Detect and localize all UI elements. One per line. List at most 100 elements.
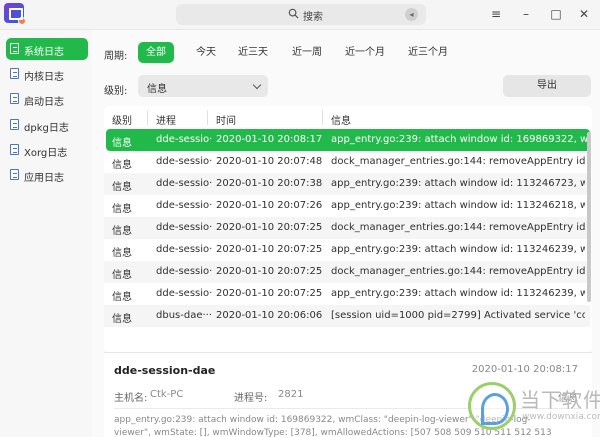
level-label: 级别: bbox=[104, 86, 128, 97]
search-icon bbox=[288, 8, 299, 19]
sidebar-item-label: 系统日志 bbox=[24, 47, 64, 58]
cell-info: app_entry.go:239: attach window id: 1132… bbox=[331, 244, 585, 255]
detail-host: Ctk-PC bbox=[150, 389, 184, 400]
detail-process: dde-session-dae bbox=[114, 364, 216, 377]
document-icon bbox=[10, 68, 19, 79]
cell-time: 2020-01-10 20:06:06 bbox=[216, 310, 323, 321]
close-button[interactable]: ✕ bbox=[576, 6, 592, 22]
table-row[interactable]: 信息 dde-sessio··· 2020-01-10 20:07:48 doc… bbox=[104, 151, 590, 173]
sidebar-item-label: dpkg日志 bbox=[24, 123, 69, 134]
search-input[interactable]: 搜索 ◂ bbox=[176, 4, 426, 25]
voice-search-icon[interactable]: ◂ bbox=[405, 8, 418, 21]
sidebar-item-app-log[interactable]: 应用日志 bbox=[6, 164, 88, 186]
table-row[interactable]: 信息 dbus-dae··· 2020-01-10 20:06:06 [sess… bbox=[104, 305, 590, 327]
table-scrollbar[interactable] bbox=[587, 132, 591, 302]
period-3months-button[interactable]: 近三个月 bbox=[400, 42, 456, 63]
table-row[interactable]: 信息 dde-sessio··· 2020-01-10 20:07:25 app… bbox=[104, 239, 590, 261]
cell-time: 2020-01-10 20:07:25 bbox=[216, 266, 323, 277]
table-row[interactable]: 信息 dde-sessio··· 2020-01-10 20:07:25 doc… bbox=[104, 261, 590, 283]
cell-time: 2020-01-10 20:07:25 bbox=[216, 244, 323, 255]
cell-process: dde-sessio··· bbox=[156, 266, 212, 277]
sidebar-item-label: 内核日志 bbox=[24, 72, 64, 83]
app-logo-icon bbox=[4, 3, 26, 25]
cell-level: 信息 bbox=[112, 138, 132, 149]
table-row[interactable]: 信息 dde-sessio··· 2020-01-10 20:07:38 app… bbox=[104, 173, 590, 195]
cell-level: 信息 bbox=[112, 204, 132, 215]
level-select[interactable]: 信息 bbox=[138, 75, 268, 97]
cell-process: dde-sessio··· bbox=[156, 222, 212, 233]
watermark: 当下软件园 www.downxia.com bbox=[468, 378, 600, 434]
sidebar-item-boot-log[interactable]: 启动日志 bbox=[6, 88, 88, 110]
menu-button[interactable]: ≡ bbox=[488, 6, 504, 22]
divider bbox=[104, 352, 592, 353]
cell-time: 2020-01-10 20:07:38 bbox=[216, 178, 323, 189]
period-today-button[interactable]: 今天 bbox=[188, 42, 224, 63]
export-button[interactable]: 导出 bbox=[503, 75, 591, 97]
detail-time: 2020-01-10 20:08:17 bbox=[471, 364, 578, 375]
period-week-button[interactable]: 近一周 bbox=[284, 42, 330, 63]
cell-info: dock_manager_entries.go:144: removeAppEn… bbox=[331, 156, 585, 167]
watermark-text: 当下软件园 bbox=[520, 388, 600, 412]
document-icon bbox=[10, 119, 19, 130]
cell-level: 信息 bbox=[112, 182, 132, 193]
cell-info: dock_manager_entries.go:144: removeAppEn… bbox=[331, 266, 585, 277]
cell-info: app_entry.go:239: attach window id: 1132… bbox=[331, 178, 585, 189]
cell-process: dde-sessio··· bbox=[156, 156, 212, 167]
cell-level: 信息 bbox=[112, 270, 132, 281]
sidebar-item-kernel-log[interactable]: 内核日志 bbox=[6, 63, 88, 85]
table-row[interactable]: 信息 dde-sessio··· 2020-01-10 20:07:26 app… bbox=[104, 195, 590, 217]
title-bar: 搜索 ◂ ≡ – □ ✕ bbox=[0, 0, 600, 30]
cell-info: [session uid=1000 pid=2799] Activated se… bbox=[331, 310, 585, 321]
detail-pid: 2821 bbox=[278, 389, 304, 400]
table-body: 信息 dde-sessio··· 2020-01-10 20:08:17 app… bbox=[104, 129, 590, 352]
sidebar-item-system-log[interactable]: 系统日志 bbox=[6, 38, 88, 60]
cell-level: 信息 bbox=[112, 226, 132, 237]
cell-process: dbus-dae··· bbox=[156, 310, 212, 321]
cell-level: 信息 bbox=[112, 292, 132, 303]
column-header-process[interactable]: 进程 bbox=[156, 112, 176, 127]
column-header-time[interactable]: 时间 bbox=[216, 112, 236, 127]
cell-process: dde-sessio··· bbox=[156, 288, 212, 299]
main-panel: 周期: 全部 今天 近三天 近一周 近一个月 近三个月 级别: 信息 导出 级别… bbox=[92, 30, 600, 437]
cell-info: dock_manager_entries.go:144: removeAppEn… bbox=[331, 222, 585, 233]
cell-info: app_entry.go:239: attach window id: 1132… bbox=[331, 288, 585, 299]
period-3days-button[interactable]: 近三天 bbox=[230, 42, 276, 63]
cell-process: dde-sessio··· bbox=[156, 200, 212, 211]
sidebar-item-dpkg-log[interactable]: dpkg日志 bbox=[6, 114, 88, 136]
table-row[interactable]: 信息 dde-sessio··· 2020-01-10 20:08:17 app… bbox=[106, 129, 590, 151]
cell-info: app_entry.go:239: attach window id: 1698… bbox=[331, 134, 587, 145]
maximize-button[interactable]: □ bbox=[548, 6, 564, 22]
column-header-info[interactable]: 信息 bbox=[331, 112, 351, 127]
sidebar-item-label: 应用日志 bbox=[24, 173, 64, 184]
sidebar-item-xorg-log[interactable]: Xorg日志 bbox=[6, 139, 88, 161]
cell-time: 2020-01-10 20:08:17 bbox=[216, 134, 323, 145]
sidebar-item-label: Xorg日志 bbox=[24, 148, 68, 159]
column-divider bbox=[207, 110, 208, 125]
detail-host-label: 主机名: bbox=[114, 393, 148, 404]
document-icon bbox=[10, 169, 19, 180]
table-header: 级别 进程 时间 信息 bbox=[104, 106, 592, 129]
search-placeholder: 搜索 bbox=[303, 12, 323, 23]
cell-time: 2020-01-10 20:07:26 bbox=[216, 200, 323, 211]
column-divider bbox=[322, 110, 323, 125]
cell-process: dde-sessio··· bbox=[156, 178, 212, 189]
column-divider bbox=[147, 110, 148, 125]
period-all-button[interactable]: 全部 bbox=[138, 42, 174, 63]
period-label: 周期: bbox=[104, 51, 128, 62]
period-month-button[interactable]: 近一个月 bbox=[337, 42, 393, 63]
cell-level: 信息 bbox=[112, 314, 132, 325]
sidebar-item-label: 启动日志 bbox=[24, 97, 64, 108]
minimize-button[interactable]: – bbox=[518, 6, 534, 22]
cell-time: 2020-01-10 20:07:25 bbox=[216, 288, 323, 299]
document-icon bbox=[10, 144, 19, 155]
sidebar: 系统日志 内核日志 启动日志 dpkg日志 Xorg日志 应用日志 bbox=[0, 30, 92, 437]
column-header-level[interactable]: 级别 bbox=[112, 112, 132, 127]
table-row[interactable]: 信息 dde-sessio··· 2020-01-10 20:07:25 doc… bbox=[104, 217, 590, 239]
watermark-logo-icon bbox=[468, 382, 516, 430]
cell-process: dde-sessio··· bbox=[156, 134, 212, 145]
watermark-url: www.downxia.com bbox=[522, 412, 600, 422]
document-icon bbox=[10, 43, 19, 54]
cell-time: 2020-01-10 20:07:48 bbox=[216, 156, 323, 167]
cell-level: 信息 bbox=[112, 248, 132, 259]
table-row[interactable]: 信息 dde-sessio··· 2020-01-10 20:07:25 app… bbox=[104, 283, 590, 305]
